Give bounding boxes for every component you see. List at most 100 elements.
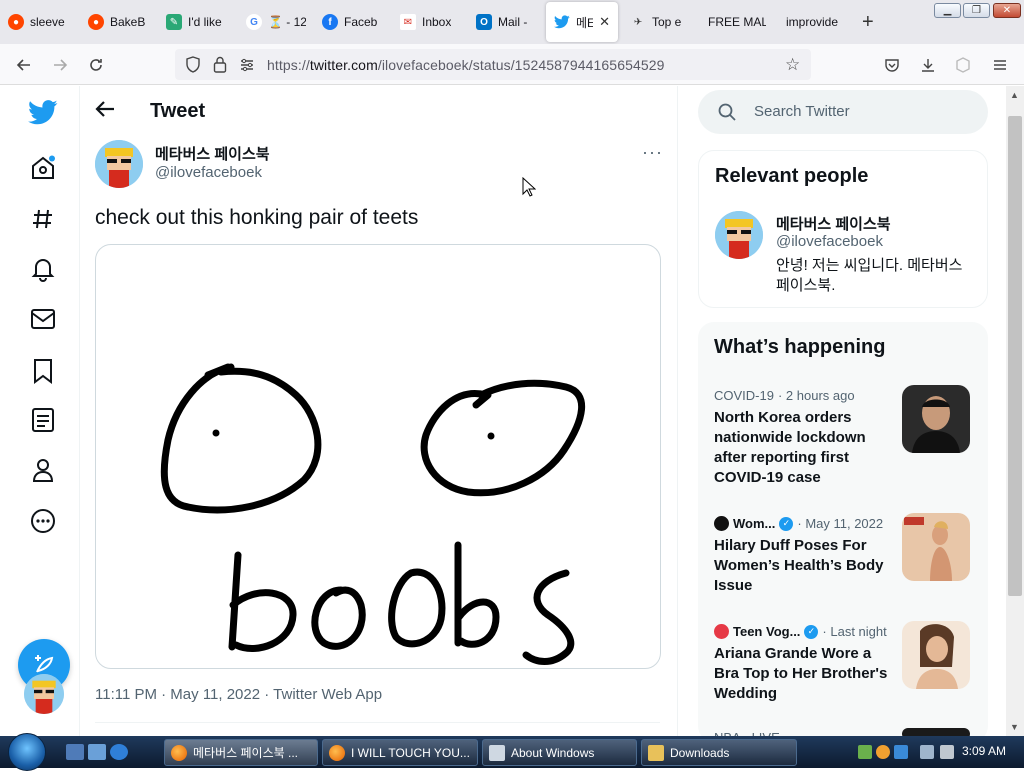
taskbar-downloads[interactable]: Downloads [641,739,797,766]
home-icon[interactable] [27,152,59,184]
tab-label: FREE MAL [708,15,766,29]
more-circle-icon[interactable] [27,505,59,537]
taskbar-clock[interactable]: 3:09 AM [962,744,1006,758]
taskbar-about-windows[interactable]: About Windows [482,739,637,766]
twitter-sidebar [0,86,80,736]
trend-headline: Hilary Duff Poses For Women’s Health’s B… [714,537,884,594]
tab-outlook-mail[interactable]: O Mail - [468,2,544,42]
notifications-bell-icon[interactable] [27,253,59,285]
tab-free-mal[interactable]: FREE MAL [700,2,774,42]
maximize-button[interactable]: ❐ [963,3,990,18]
tab-reddit-bake[interactable]: ● BakeB [80,2,156,42]
tab-label: improvide [786,15,839,29]
start-button[interactable] [8,733,46,771]
shield-icon[interactable] [185,56,201,78]
tab-google[interactable]: G ⏳ - 12 [238,2,314,42]
scrollbar-thumb[interactable] [1008,116,1022,596]
scroll-down-icon[interactable]: ▼ [1010,722,1019,732]
search-box[interactable]: Search Twitter [698,90,988,134]
taskbar-firefox-twitter[interactable]: 메타버스 페이스북 ... [164,739,318,766]
task-label: I WILL TOUCH YOU... [351,745,470,760]
internet-explorer-icon[interactable] [110,744,128,760]
mail-icon: ✉ [400,14,416,30]
task-label: Downloads [670,745,730,760]
lock-icon[interactable] [213,56,227,78]
pocket-button[interactable] [880,53,904,77]
back-button[interactable] [12,53,36,77]
close-tab-icon[interactable]: ✕ [599,14,610,30]
whats-happening-title: What’s happening [714,336,886,358]
search-icon [718,103,736,126]
tab-sheet[interactable]: ✎ I'd like [158,2,234,42]
firefox-icon [329,744,345,761]
relevant-person-name[interactable]: 메타버스 페이스북 [776,213,891,234]
author-handle[interactable]: @ilovefaceboek [155,164,262,181]
document-icon: ✎ [166,14,182,30]
tab-label: ⏳ - 12 [268,15,306,29]
tray-app-icon[interactable] [858,745,872,759]
trend-source: Wom... [733,516,776,531]
tab-reddit-sleeve[interactable]: ● sleeve [0,2,76,42]
more-options-button[interactable]: ··· [642,142,663,163]
trend-item[interactable]: Teen Vog... ✓ · Last night Ariana Grande… [714,621,984,704]
outlook-icon: O [476,14,492,30]
new-tab-button[interactable]: + [862,12,874,32]
pocket-icon [885,59,899,72]
twitter-bird-icon [554,14,570,30]
source-avatar-icon [714,624,729,639]
relevant-people-title: Relevant people [715,165,869,187]
menu-button[interactable] [988,53,1012,77]
messages-envelope-icon[interactable] [27,303,59,335]
tab-label: Top e [652,15,682,29]
close-window-button[interactable]: ✕ [993,3,1021,18]
tray-search-icon[interactable] [876,745,890,759]
reload-icon [90,59,102,71]
bookmark-star-icon[interactable]: ☆ [785,55,800,75]
twitter-logo-icon[interactable] [27,96,59,128]
download-icon [922,59,934,72]
url-text[interactable]: https://twitter.com/ilovefaceboek/status… [267,57,665,73]
account-avatar[interactable] [24,674,64,714]
lists-icon[interactable] [27,404,59,436]
volume-muted-icon[interactable] [940,745,954,759]
profile-person-icon[interactable] [27,454,59,486]
explore-hashtag-icon[interactable] [27,203,59,235]
trend-thumbnail [902,385,970,453]
trend-time: · Last night [822,624,887,639]
tweet-image[interactable] [95,244,661,669]
trend-thumbnail [902,621,970,689]
search-input[interactable]: Search Twitter [754,103,850,120]
relevant-avatar[interactable] [715,211,763,259]
relevant-person-handle[interactable]: @ilovefaceboek [776,233,883,250]
taskbar-firefox-other[interactable]: I WILL TOUCH YOU... [322,739,478,766]
trend-item[interactable]: Wom... ✓ · May 11, 2022 Hilary Duff Pose… [714,513,984,596]
author-name[interactable]: 메타버스 페이스북 [155,143,270,164]
tab-improvide[interactable]: improvide [778,2,852,42]
relevant-person-bio: 안녕! 저는 씨입니다. 메타버스 페이스북. [776,257,963,294]
author-avatar[interactable] [95,140,143,188]
tray-network-icon[interactable] [894,745,908,759]
page-scrollbar[interactable]: ▲ ▼ [1006,86,1024,736]
extension-button[interactable] [951,53,975,77]
trend-item[interactable]: COVID-19 · 2 hours ago North Korea order… [714,385,984,488]
tweet-timestamp[interactable]: 11:11 PM · May 11, 2022 · Twitter Web Ap… [95,686,382,703]
tab-facebook[interactable]: f Faceb [314,2,390,42]
tab-top[interactable]: ✈ Top e [622,2,692,42]
forward-button[interactable] [48,53,72,77]
verified-badge-icon: ✓ [779,516,794,531]
minimize-button[interactable]: ▁ [934,3,961,18]
bookmarks-icon[interactable] [27,355,59,387]
show-desktop-icon[interactable] [66,744,84,760]
downloads-button[interactable] [916,53,940,77]
tab-twitter-active[interactable]: 메E ✕ [546,2,618,42]
permissions-icon[interactable] [239,57,255,78]
tab-inbox[interactable]: ✉ Inbox [392,2,468,42]
hand-drawn-image [160,363,585,665]
url-bar[interactable]: https://twitter.com/ilovefaceboek/status… [175,49,811,80]
scroll-up-icon[interactable]: ▲ [1010,90,1019,100]
tray-display-icon[interactable] [920,745,934,759]
back-arrow-icon[interactable] [95,100,115,124]
switch-windows-icon[interactable] [88,744,106,760]
google-icon: G [246,14,262,30]
reload-button[interactable] [84,53,108,77]
